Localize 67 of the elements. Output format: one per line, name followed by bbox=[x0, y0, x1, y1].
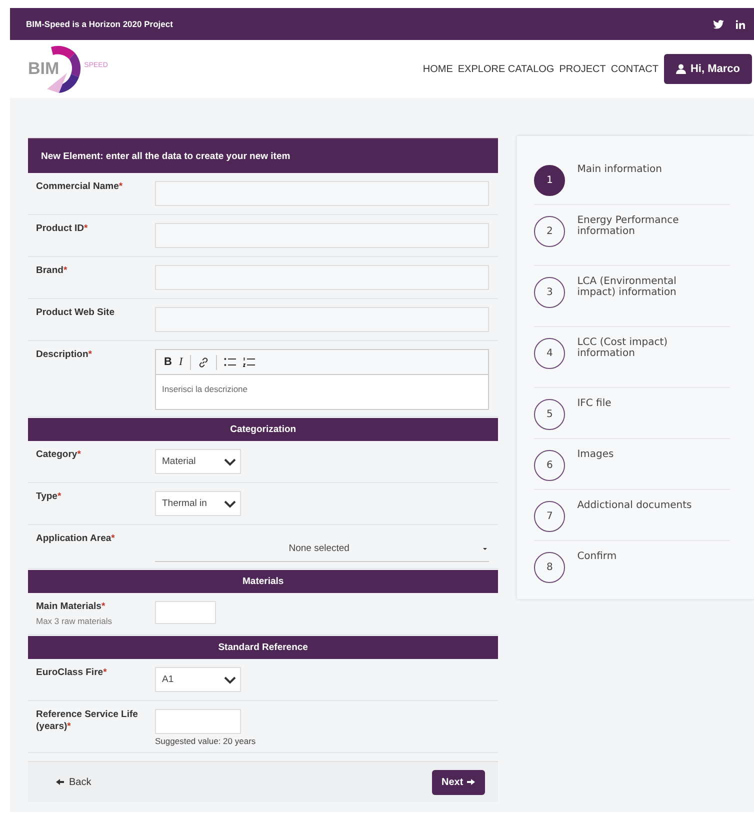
field-label: Category* bbox=[36, 449, 82, 461]
text-field[interactable] bbox=[155, 307, 490, 332]
chevron-down-icon bbox=[224, 500, 236, 508]
dropdown[interactable]: Material bbox=[155, 449, 241, 474]
field-label: Reference Service Life (years)* bbox=[36, 709, 139, 733]
step-label[interactable]: LCC (Cost impact) information bbox=[577, 337, 702, 381]
logo-text: BIM bbox=[28, 59, 60, 79]
bullet-list-icon[interactable] bbox=[224, 357, 236, 367]
step-number[interactable]: 2 bbox=[534, 216, 566, 247]
section-title: Categorization bbox=[230, 424, 296, 435]
step-label[interactable]: Confirm bbox=[577, 551, 617, 585]
arrow-right-icon bbox=[467, 779, 476, 785]
back-button[interactable]: Back bbox=[50, 776, 98, 788]
numbered-list-icon[interactable] bbox=[242, 357, 255, 367]
materials-field[interactable] bbox=[155, 601, 216, 624]
caret-icon bbox=[483, 548, 488, 550]
field-label: Product Web Site bbox=[36, 307, 116, 319]
italic-button[interactable]: I bbox=[178, 356, 183, 368]
dropdown[interactable]: A1 bbox=[155, 667, 241, 692]
text-field[interactable] bbox=[155, 265, 490, 290]
project-notice: BIM-Speed is a Horizon 2020 Project bbox=[26, 19, 173, 29]
twitter-bird-icon[interactable] bbox=[713, 20, 724, 28]
form-title: New Element: enter all the data to create your new item bbox=[41, 150, 290, 162]
step-number[interactable]: 5 bbox=[534, 399, 566, 430]
linkedin-icon[interactable] bbox=[736, 20, 745, 28]
bold-button[interactable]: B bbox=[164, 356, 172, 368]
step-number[interactable]: 3 bbox=[534, 277, 566, 308]
step-number[interactable]: 8 bbox=[534, 552, 566, 583]
rich-text-editor[interactable]: B I Inserisci la descrizione bbox=[155, 349, 490, 410]
step-label[interactable]: IFC file bbox=[577, 398, 612, 432]
arrow-left-icon bbox=[56, 779, 64, 785]
nav-link[interactable]: CONTACT bbox=[610, 64, 658, 74]
link-icon[interactable] bbox=[198, 356, 209, 368]
dropdown[interactable]: Thermal in bbox=[155, 491, 241, 516]
nav-link[interactable]: PROJECT bbox=[559, 64, 606, 74]
field-help: Suggested value: 20 years bbox=[155, 736, 257, 746]
field-hint: Max 3 raw materials bbox=[36, 616, 114, 626]
section-title: Materials bbox=[242, 576, 284, 587]
chevron-down-icon bbox=[224, 458, 236, 466]
nav-link[interactable]: HOME bbox=[422, 64, 453, 74]
step-number[interactable]: 4 bbox=[534, 338, 566, 369]
multiselect-dropdown[interactable]: None selected bbox=[155, 536, 490, 562]
text-field[interactable] bbox=[155, 223, 490, 248]
step-label[interactable]: Main information bbox=[577, 164, 662, 198]
field-label: Brand* bbox=[36, 265, 68, 277]
nav-link[interactable]: EXPLORE CATALOG bbox=[458, 64, 554, 74]
field-label: Application Area* bbox=[36, 533, 116, 545]
field-label: Description* bbox=[36, 349, 93, 361]
field-label: EuroClass Fire* bbox=[36, 667, 108, 679]
field-label: Type* bbox=[36, 491, 62, 503]
field-label: Product ID* bbox=[36, 223, 89, 235]
step-label[interactable]: LCA (Environmental impact) information bbox=[577, 276, 702, 320]
text-field[interactable] bbox=[155, 181, 490, 206]
step-label[interactable]: Images bbox=[577, 449, 614, 483]
step-number[interactable]: 6 bbox=[534, 450, 566, 481]
user-icon bbox=[676, 64, 686, 74]
next-button[interactable]: Next bbox=[432, 770, 486, 794]
user-button[interactable]: Hi, Marco bbox=[664, 54, 752, 84]
number-field[interactable] bbox=[155, 709, 241, 734]
section-title: Standard Reference bbox=[218, 642, 308, 653]
chevron-down-icon bbox=[224, 676, 236, 684]
field-label: Main Materials* bbox=[36, 601, 106, 613]
step-label[interactable]: Energy Performance information bbox=[577, 215, 702, 259]
step-label[interactable]: Addictional documents bbox=[577, 500, 692, 534]
step-number[interactable]: 1 bbox=[534, 165, 566, 196]
step-number[interactable]: 7 bbox=[534, 501, 566, 532]
field-label: Commercial Name* bbox=[36, 181, 124, 193]
